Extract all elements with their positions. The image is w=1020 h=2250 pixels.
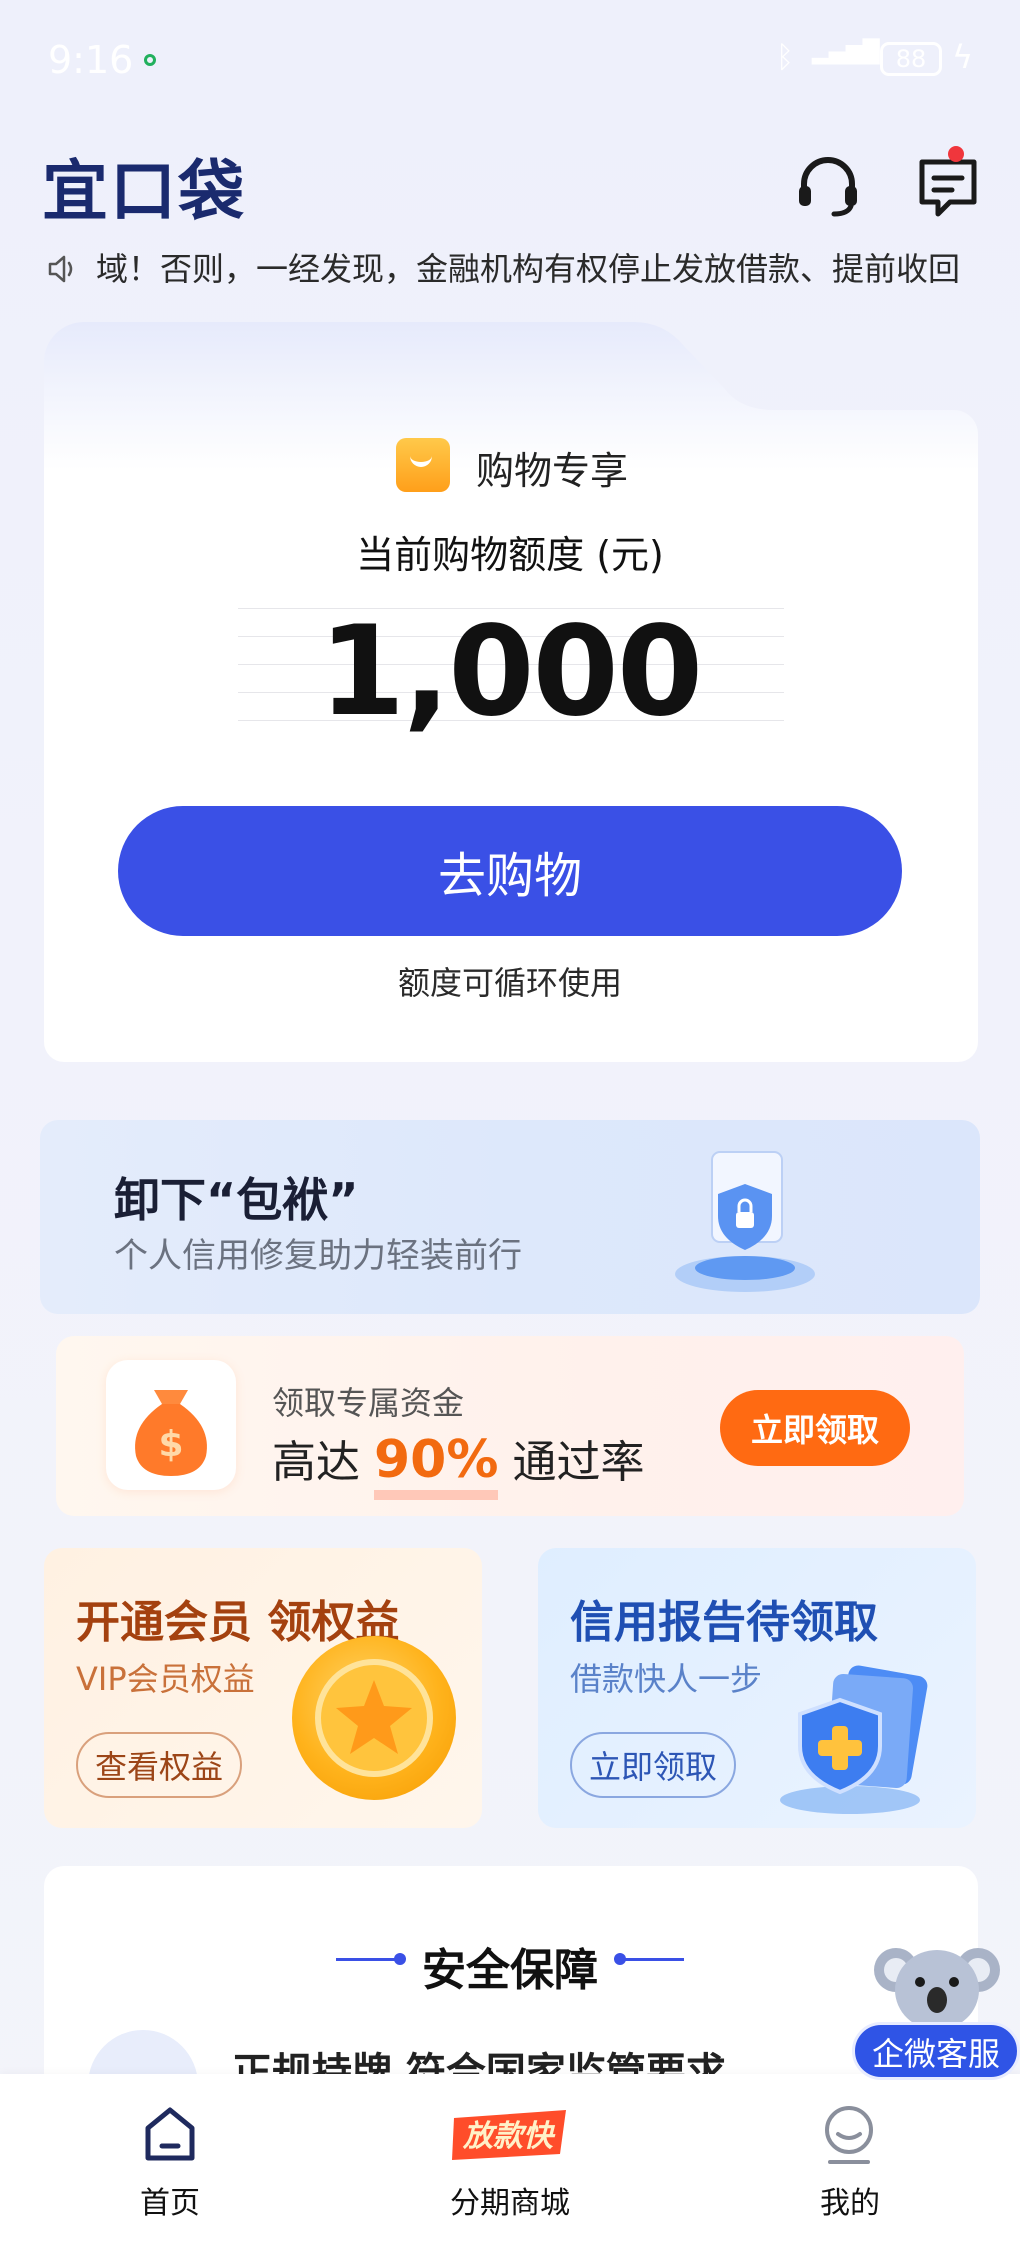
nav-installment-mall[interactable]: 分期商城 bbox=[340, 2178, 680, 2222]
shield-report-icon bbox=[780, 1665, 928, 1814]
customer-service-button[interactable] bbox=[790, 148, 866, 224]
pass-rate-prefix: 高达 bbox=[272, 1437, 360, 1488]
title-decoration-right bbox=[618, 1958, 684, 1961]
credit-banner-title: 卸下“包袱” bbox=[114, 1173, 359, 1227]
nav-me[interactable]: 我的 bbox=[680, 2178, 1020, 2222]
credit-banner-subtitle: 个人信用修复助力轻装前行 bbox=[114, 1236, 522, 1276]
fund-label: 领取专属资金 bbox=[272, 1384, 465, 1422]
unread-badge bbox=[948, 146, 964, 162]
headset-icon bbox=[799, 157, 857, 217]
home-icon[interactable] bbox=[142, 2104, 198, 2164]
vip-card-subtitle: VIP会员权益 bbox=[76, 1660, 255, 1698]
shopping-tag: 购物专享 bbox=[476, 449, 629, 493]
speaker-icon bbox=[46, 252, 80, 286]
message-button[interactable] bbox=[910, 148, 986, 224]
nav-home[interactable]: 首页 bbox=[0, 2178, 340, 2222]
claim-fund-button[interactable]: 立即领取 bbox=[720, 1390, 910, 1466]
quota-amount: 1,000 bbox=[318, 600, 703, 744]
star-coin-icon bbox=[292, 1636, 456, 1800]
pass-rate-suffix: 通过率 bbox=[512, 1437, 645, 1488]
shield-document-icon bbox=[675, 1151, 815, 1292]
status-time: 9:16 bbox=[48, 38, 134, 82]
signal-icon: ▂▄▆█ bbox=[812, 40, 880, 65]
pass-rate: 高达 90% 通过率 bbox=[272, 1426, 645, 1500]
bluetooth-icon: ᛒ bbox=[776, 40, 794, 75]
charging-icon: ϟ bbox=[952, 38, 974, 76]
quota-label: 当前购物额度 (元) bbox=[356, 533, 664, 577]
view-benefits-button[interactable]: 查看权益 bbox=[76, 1732, 242, 1798]
report-card-title: 信用报告待领取 bbox=[570, 1597, 878, 1648]
shopping-bag-icon bbox=[396, 438, 450, 492]
report-card-subtitle: 借款快人一步 bbox=[570, 1660, 763, 1698]
money-bag-icon: $ bbox=[106, 1360, 236, 1490]
app-logo: 宜口袋 bbox=[42, 153, 246, 230]
quota-note: 额度可循环使用 bbox=[397, 964, 622, 1002]
message-icon bbox=[919, 159, 977, 217]
notification-dot-icon bbox=[144, 54, 156, 66]
fast-loan-badge-text: 放款快 bbox=[462, 2119, 556, 2154]
svg-text:$: $ bbox=[158, 1424, 183, 1465]
wecom-service-button[interactable]: 企微客服 bbox=[852, 2022, 1020, 2080]
go-shopping-button[interactable]: 去购物 bbox=[118, 806, 902, 936]
fast-loan-badge-icon[interactable]: 放款快 bbox=[448, 2104, 572, 2166]
pass-rate-value: 90% bbox=[374, 1430, 499, 1500]
battery-icon: 88 bbox=[880, 42, 942, 76]
claim-report-button[interactable]: 立即领取 bbox=[570, 1732, 736, 1798]
announcement-ticker[interactable]: 域！否则，一经发现，金融机构有权停止发放借款、提前收回 bbox=[96, 244, 996, 290]
profile-icon[interactable] bbox=[820, 2104, 878, 2166]
security-title: 安全保障 bbox=[422, 1945, 598, 1996]
